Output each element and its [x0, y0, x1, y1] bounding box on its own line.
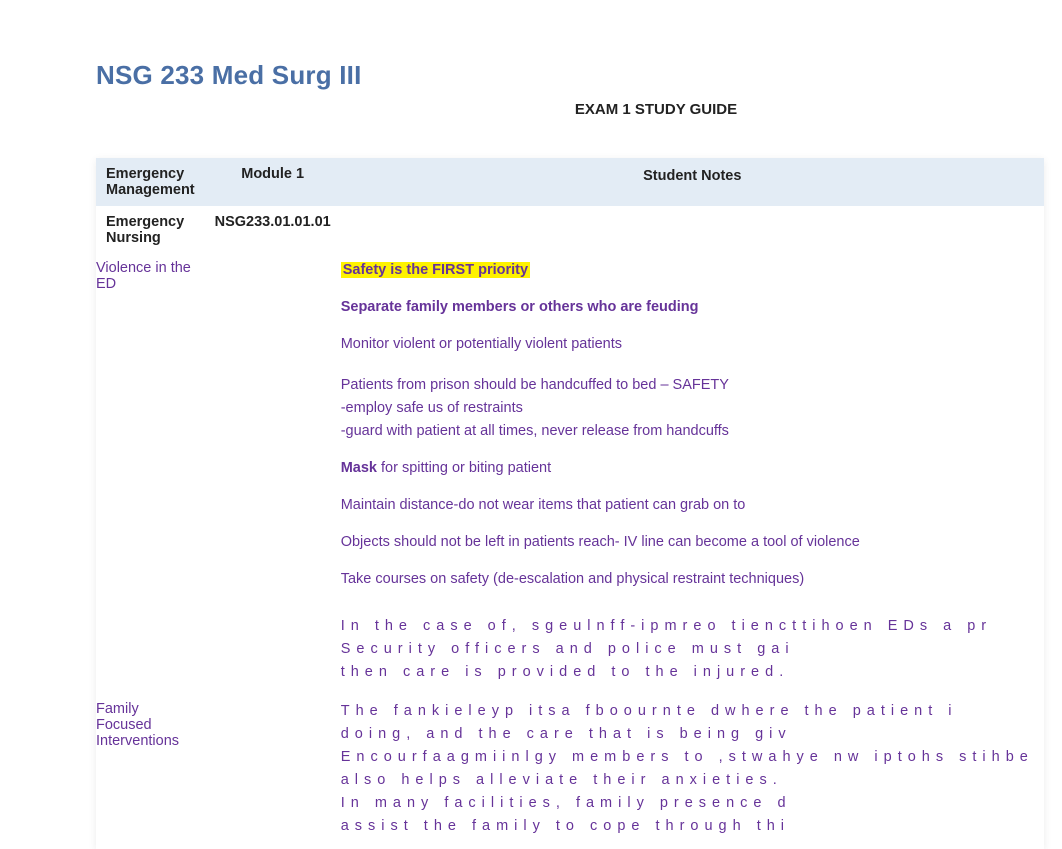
family-label: Family Focused Interventions: [96, 695, 205, 849]
note-line: Safety is the FIRST priority: [341, 260, 1034, 281]
page-subtitle: EXAM 1 STUDY GUIDE: [356, 101, 956, 118]
violence-notes: Safety is the FIRST priority Separate fa…: [341, 254, 1044, 695]
note-line: Objects should not be left in patients r…: [341, 532, 1034, 553]
wide-line: The fankieleyp itsa fboournte dwhere the…: [341, 701, 1034, 722]
notes-block: Safety is the FIRST priority Separate fa…: [341, 260, 1034, 590]
study-guide-table: Emergency Management Module 1 Student No…: [96, 158, 1044, 849]
mask-bold: Mask: [341, 460, 377, 476]
family-notes: The fankieleyp itsa fboournte dwhere the…: [341, 695, 1044, 849]
family-module: [205, 695, 341, 849]
en-col2: NSG233.01.01.01: [205, 206, 341, 254]
note-line: Maintain distance-do not wear items that…: [341, 495, 1034, 516]
highlight-safety: Safety is the FIRST priority: [341, 262, 530, 278]
wide-line: then care is provided to the injured.: [341, 662, 1034, 683]
violence-label: Violence in the ED: [96, 254, 205, 695]
wide-line: Encourfaagmiinlgy members to ,stwahye nw…: [341, 747, 1034, 768]
wide-line: In the case of, sgeulnff-ipmreo tienctti…: [341, 616, 1034, 637]
document-page: NSG 233 Med Surg III EXAM 1 STUDY GUIDE …: [0, 60, 1062, 849]
wide-text-block: In the case of, sgeulnff-ipmreo tienctti…: [341, 616, 1034, 683]
header-col1: Emergency Management: [96, 158, 205, 206]
wide-line: Security officers and police must gai: [341, 639, 1034, 660]
wide-line: assist the family to cope through thi: [341, 816, 1034, 837]
row-emergency-nursing: Emergency Nursing NSG233.01.01.01: [96, 206, 1044, 254]
en-col1: Emergency Nursing: [96, 206, 205, 254]
mask-rest: for spitting or biting patient: [377, 460, 551, 476]
wide-line: In many facilities, family presence d: [341, 793, 1034, 814]
wide-line: doing, and the care that is being giv: [341, 724, 1034, 745]
violence-module: [205, 254, 341, 695]
wide-text-block: The fankieleyp itsa fboournte dwhere the…: [341, 701, 1034, 837]
note-line: Separate family members or others who ar…: [341, 297, 1034, 318]
note-line: Patients from prison should be handcuffe…: [341, 375, 1034, 396]
row-family: Family Focused Interventions The fankiel…: [96, 695, 1044, 849]
row-violence: Violence in the ED Safety is the FIRST p…: [96, 254, 1044, 695]
note-line: Take courses on safety (de-escalation an…: [341, 569, 1034, 590]
note-line: Monitor violent or potentially violent p…: [341, 334, 1034, 355]
header-col2: Module 1: [205, 158, 341, 206]
note-line: -guard with patient at all times, never …: [341, 421, 1034, 442]
note-line: Mask for spitting or biting patient: [341, 458, 1034, 479]
en-col3: [341, 206, 1044, 254]
page-title: NSG 233 Med Surg III: [96, 60, 1022, 91]
wide-line: also helps alleviate their anxieties.: [341, 770, 1034, 791]
table-header-row: Emergency Management Module 1 Student No…: [96, 158, 1044, 206]
header-col3: Student Notes: [341, 158, 1044, 206]
note-line: -employ safe us of restraints: [341, 398, 1034, 419]
